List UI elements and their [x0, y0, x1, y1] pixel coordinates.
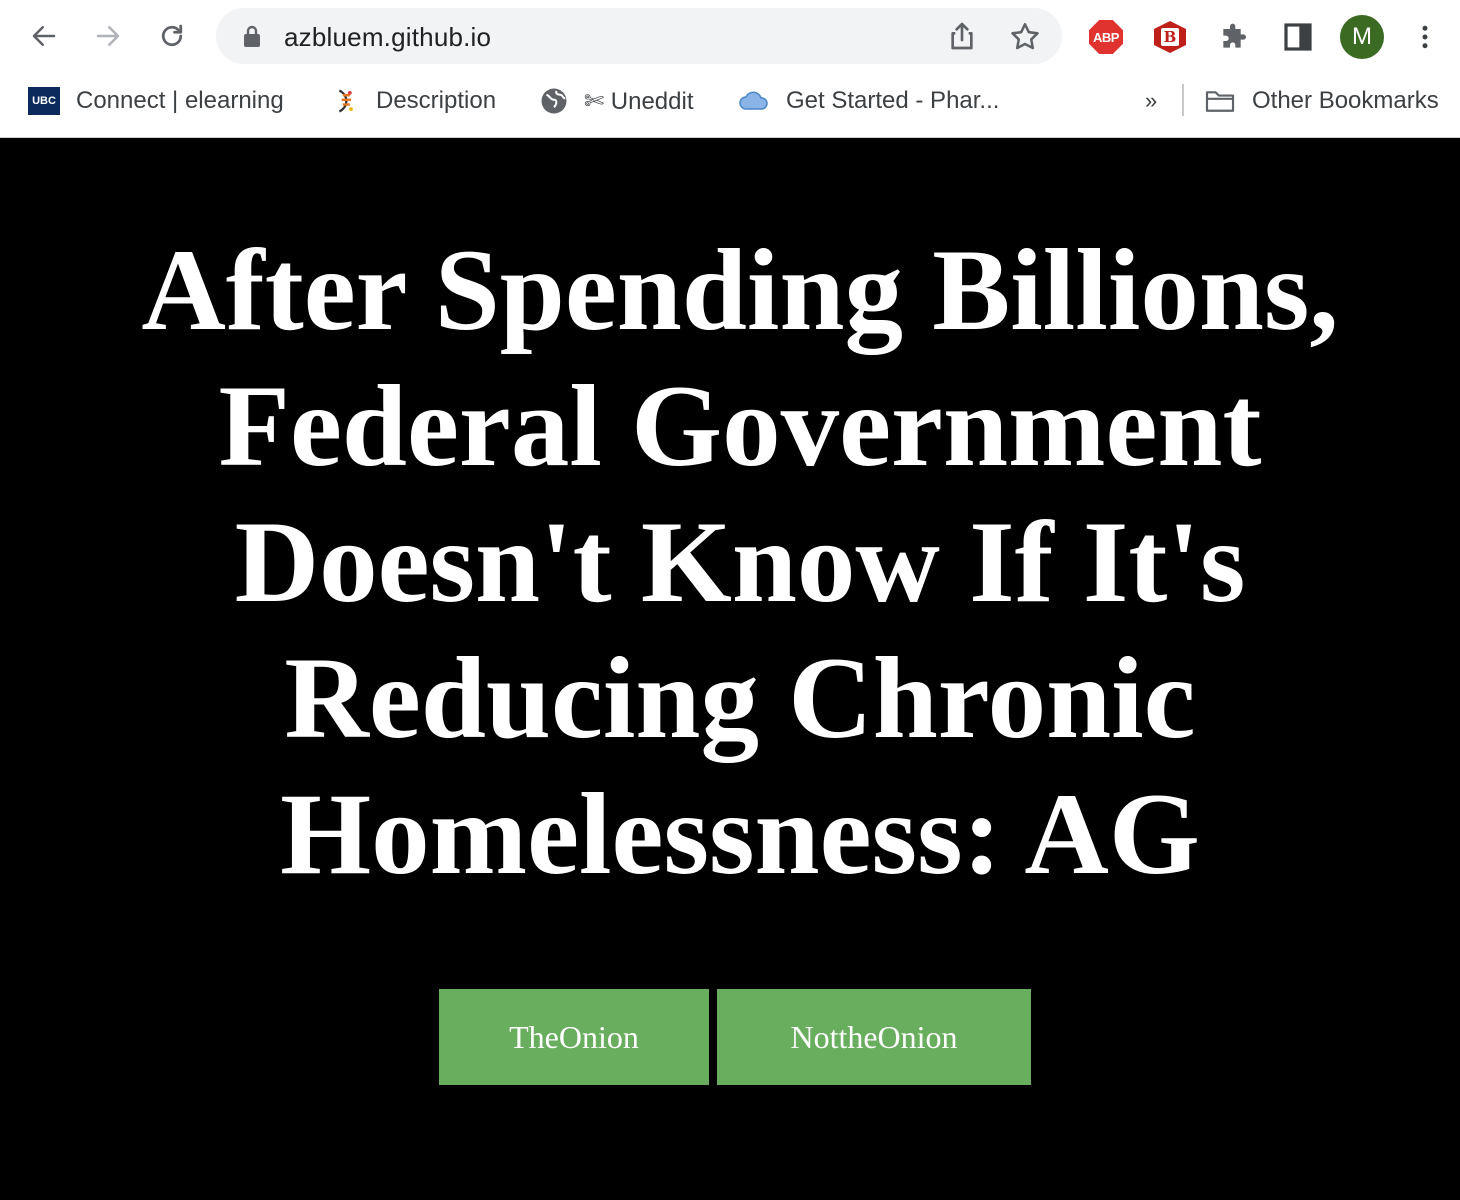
- headline: After Spending Billions, Federal Governm…: [141, 226, 1339, 899]
- bookmark-uneddit[interactable]: ✄ Uneddit: [538, 84, 694, 118]
- bookmarks-overflow-button[interactable]: »: [1145, 84, 1157, 118]
- extensions-button[interactable]: [1215, 18, 1253, 56]
- not-the-onion-button[interactable]: NottheOnion: [717, 989, 1031, 1085]
- reload-button[interactable]: [150, 14, 194, 58]
- other-bookmarks-label: Other Bookmarks: [1252, 87, 1439, 114]
- profile-avatar[interactable]: M: [1340, 15, 1384, 59]
- side-panel-button[interactable]: [1279, 18, 1317, 56]
- browser-toolbar: azbluem.github.io ABP B M: [0, 0, 1460, 74]
- share-icon[interactable]: [946, 20, 978, 52]
- bookmark-description[interactable]: Description: [328, 84, 496, 118]
- adblock-icon: ABP: [1089, 20, 1123, 54]
- ubc-icon: UBC: [28, 85, 60, 117]
- folder-icon: [1204, 85, 1236, 117]
- b-extension-button[interactable]: B: [1151, 18, 1189, 56]
- puzzle-icon: [1223, 23, 1246, 48]
- bookmark-label: ✄ Uneddit: [584, 87, 694, 115]
- reload-icon: [161, 24, 183, 47]
- bookmark-star-icon[interactable]: [1008, 20, 1042, 54]
- the-onion-button[interactable]: TheOnion: [439, 989, 709, 1085]
- dna-icon: [328, 85, 360, 117]
- bookmark-get-started[interactable]: Get Started - Phar...: [738, 84, 999, 118]
- browser-menu-button[interactable]: [1406, 18, 1444, 56]
- b-extension-icon: B: [1154, 21, 1186, 53]
- url-text[interactable]: azbluem.github.io: [284, 22, 491, 53]
- adblock-extension-button[interactable]: ABP: [1087, 18, 1125, 56]
- bookmarks-bar: UBC Connect | elearning Description ✄ Un…: [0, 74, 1460, 126]
- arrow-left-icon: [32, 26, 56, 46]
- forward-button[interactable]: [86, 14, 130, 58]
- bookmark-connect[interactable]: UBC Connect | elearning: [28, 84, 284, 118]
- arrow-right-icon: [96, 26, 120, 46]
- globe-icon: [538, 85, 570, 117]
- other-bookmarks-folder[interactable]: Other Bookmarks: [1204, 84, 1439, 118]
- browser-chrome: azbluem.github.io ABP B M UBC Connect | …: [0, 0, 1460, 138]
- side-panel-icon: [1284, 23, 1312, 51]
- lock-icon: [244, 25, 260, 47]
- bookmark-label: Description: [376, 87, 497, 114]
- bookmarks-divider: [1182, 84, 1184, 116]
- more-vertical-icon: [1422, 25, 1428, 49]
- page-content: After Spending Billions, Federal Governm…: [0, 139, 1460, 1200]
- bookmark-label: Connect | elearning: [76, 87, 284, 114]
- cloud-icon: [738, 85, 770, 117]
- address-bar[interactable]: azbluem.github.io: [216, 8, 1062, 64]
- bookmark-label: Get Started - Phar...: [786, 87, 1000, 114]
- back-button[interactable]: [22, 14, 66, 58]
- b-extension-letter: B: [1161, 28, 1179, 46]
